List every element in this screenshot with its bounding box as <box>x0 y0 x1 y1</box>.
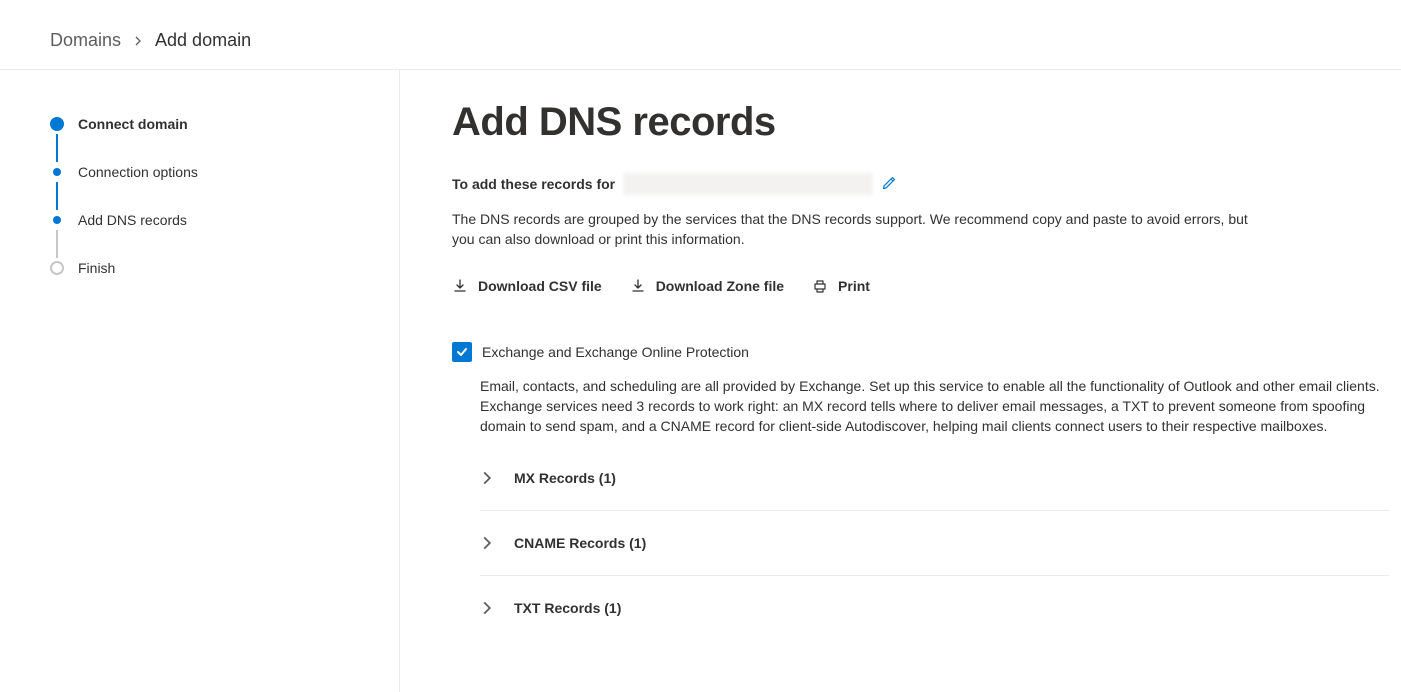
exchange-service-label: Exchange and Exchange Online Protection <box>482 344 749 360</box>
step-label: Finish <box>78 260 115 276</box>
step-label: Connect domain <box>78 116 188 132</box>
chevron-right-icon <box>480 471 494 485</box>
breadcrumb-root-link[interactable]: Domains <box>50 30 121 51</box>
button-label: Print <box>838 278 870 294</box>
exchange-service-checkbox[interactable] <box>452 342 472 362</box>
step-connector <box>56 230 375 258</box>
button-label: Download Zone file <box>656 278 784 294</box>
step-connection-options[interactable]: Connection options <box>50 162 375 182</box>
domain-name-redacted <box>623 173 873 195</box>
step-dot-icon <box>50 165 64 179</box>
breadcrumb: Domains Add domain <box>0 0 1401 70</box>
exchange-service-description: Email, contacts, and scheduling are all … <box>480 376 1389 437</box>
action-bar: Download CSV file Download Zone file Pri… <box>452 278 1389 294</box>
step-label: Connection options <box>78 164 198 180</box>
chevron-right-icon <box>480 601 494 615</box>
download-icon <box>452 278 468 294</box>
step-dot-icon <box>50 213 64 227</box>
subtitle-lead: To add these records for <box>452 176 615 192</box>
record-group-title: CNAME Records (1) <box>514 535 646 551</box>
wizard-steps-sidebar: Connect domain Connection options Add DN… <box>0 70 400 692</box>
page-title: Add DNS records <box>452 100 1389 145</box>
step-dot-future-icon <box>50 261 64 275</box>
dns-records-list: MX Records (1) CNAME Records (1) TXT Rec… <box>480 456 1389 640</box>
button-label: Download CSV file <box>478 278 602 294</box>
print-icon <box>812 278 828 294</box>
download-zone-button[interactable]: Download Zone file <box>630 278 784 294</box>
step-connector <box>56 182 375 210</box>
step-dot-active-icon <box>50 117 64 131</box>
print-button[interactable]: Print <box>812 278 870 294</box>
breadcrumb-current: Add domain <box>155 30 251 51</box>
chevron-right-icon <box>480 536 494 550</box>
download-csv-button[interactable]: Download CSV file <box>452 278 602 294</box>
step-connector <box>56 134 375 162</box>
chevron-right-icon <box>133 33 143 49</box>
step-connect-domain[interactable]: Connect domain <box>50 114 375 134</box>
download-icon <box>630 278 646 294</box>
record-group-title: TXT Records (1) <box>514 600 621 616</box>
record-group-mx[interactable]: MX Records (1) <box>480 456 1389 511</box>
record-group-txt[interactable]: TXT Records (1) <box>480 576 1389 640</box>
record-group-title: MX Records (1) <box>514 470 616 486</box>
main-content: Add DNS records To add these records for… <box>400 70 1401 692</box>
pencil-icon <box>881 175 897 191</box>
step-finish[interactable]: Finish <box>50 258 375 278</box>
edit-domain-button[interactable] <box>881 175 897 194</box>
step-add-dns-records[interactable]: Add DNS records <box>50 210 375 230</box>
record-group-cname[interactable]: CNAME Records (1) <box>480 511 1389 576</box>
step-label: Add DNS records <box>78 212 187 228</box>
checkmark-icon <box>455 345 469 359</box>
page-description: The DNS records are grouped by the servi… <box>452 209 1252 250</box>
